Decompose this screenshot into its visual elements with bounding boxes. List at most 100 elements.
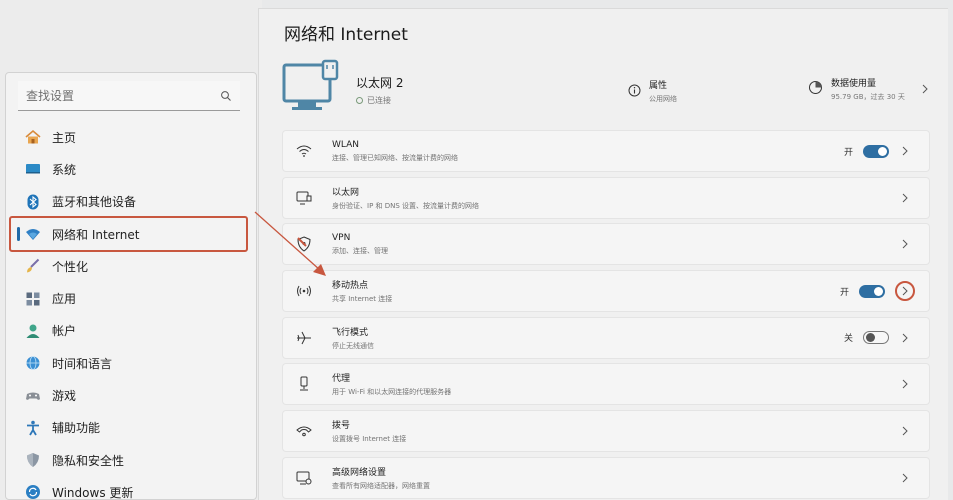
properties-subtitle: 公用网络 — [649, 95, 677, 103]
row-title: 高级网络设置 — [332, 467, 387, 478]
search-placeholder: 查找设置 — [26, 89, 75, 103]
sidebar-item-bluetooth[interactable]: 蓝牙和其他设备 — [6, 186, 256, 218]
dialup-icon — [295, 422, 313, 440]
ethernet-name: 以太网 2 — [356, 76, 404, 90]
chevron-right-icon — [899, 332, 911, 344]
sidebar-item-label: 应用 — [52, 292, 77, 307]
search-input[interactable]: 查找设置 — [18, 81, 240, 111]
brush-icon — [24, 257, 42, 275]
chevron-right-icon — [919, 83, 931, 95]
globe-clock-icon — [24, 354, 42, 372]
bluetooth-icon — [24, 193, 42, 211]
sidebar-item-label: 辅助功能 — [52, 421, 101, 436]
mobile-hotspot-toggle[interactable] — [859, 284, 885, 298]
sidebar-item-system[interactable]: 系统 — [6, 153, 256, 185]
properties-button[interactable]: 属性 公用网络 — [628, 78, 677, 104]
data-usage-icon — [808, 80, 823, 99]
row-subtitle: 添加、连接、管理 — [332, 246, 388, 255]
chevron-right-icon — [899, 378, 911, 390]
sidebar-item-windows-update[interactable]: Windows 更新 — [6, 476, 256, 500]
sidebar-item-privacy[interactable]: 隐私和安全性 — [6, 444, 256, 476]
row-title: 以太网 — [332, 187, 360, 198]
settings-list: WLAN 连接、管理已知网络、按流量计费的网络 开 以太网 身份验证、IP 和 … — [282, 130, 930, 500]
sidebar-item-label: 时间和语言 — [52, 356, 113, 371]
properties-title: 属性 — [649, 81, 668, 91]
sidebar-item-label: 系统 — [52, 162, 77, 177]
row-vpn[interactable]: VPN 添加、连接、管理 — [282, 223, 930, 266]
row-subtitle: 用于 Wi-Fi 和以太网连接的代理服务器 — [332, 388, 452, 397]
ethernet-hero-text: 以太网 2 已连接 — [356, 74, 403, 106]
network-settings-pane: 网络和 Internet 以太网 2 已连接 属性 公用网络 数据使用量 95.… — [262, 8, 942, 500]
chevron-right-icon — [899, 425, 911, 437]
sidebar-item-label: 主页 — [52, 130, 77, 145]
chevron-right-icon — [899, 238, 911, 250]
row-airplane-mode[interactable]: 飞行模式 停止无线通信 关 — [282, 316, 930, 359]
accessibility-icon — [24, 419, 42, 437]
info-icon — [628, 82, 641, 101]
sidebar-item-apps[interactable]: 应用 — [6, 282, 256, 314]
row-advanced-network-settings[interactable]: 高级网络设置 查看所有网络适配器，网络重置 — [282, 456, 930, 499]
row-title: 拨号 — [332, 421, 351, 432]
row-subtitle: 查看所有网络适配器，网络重置 — [332, 481, 430, 490]
sidebar-item-label: 隐私和安全性 — [52, 453, 125, 468]
annotation-highlight-network — [9, 216, 248, 252]
sidebar-item-time-language[interactable]: 时间和语言 — [6, 347, 256, 379]
gamepad-icon — [24, 387, 42, 405]
toggle-state-label: 关 — [843, 334, 853, 345]
row-title: 移动热点 — [332, 281, 369, 292]
home-icon — [24, 128, 42, 146]
row-dial-up[interactable]: 拨号 设置拨号 Internet 连接 — [282, 410, 930, 453]
row-wlan[interactable]: WLAN 连接、管理已知网络、按流量计费的网络 开 — [282, 130, 930, 172]
chevron-right-icon — [899, 472, 911, 484]
sidebar-item-accounts[interactable]: 帐户 — [6, 315, 256, 347]
page-title: 网络和 Internet — [284, 25, 408, 45]
row-title: WLAN — [332, 139, 360, 150]
wlan-toggle[interactable] — [863, 144, 889, 158]
sidebar-item-personalization[interactable]: 个性化 — [6, 250, 256, 282]
row-mobile-hotspot[interactable]: 移动热点 共享 Internet 连接 开 — [282, 270, 930, 313]
sidebar-item-label: 游戏 — [52, 389, 77, 404]
shield-icon — [24, 451, 42, 469]
data-usage-subtitle: 95.79 GB，过去 30 天 — [831, 93, 905, 101]
chevron-right-icon — [899, 145, 911, 157]
sidebar-item-gaming[interactable]: 游戏 — [6, 379, 256, 411]
sidebar-item-label: 个性化 — [52, 259, 89, 274]
airplane-icon — [295, 329, 313, 347]
row-title: 代理 — [332, 374, 351, 385]
update-icon — [24, 483, 42, 500]
row-subtitle: 身份验证、IP 和 DNS 设置、按流量计费的网络 — [332, 201, 480, 210]
row-proxy[interactable]: 代理 用于 Wi-Fi 和以太网连接的代理服务器 — [282, 363, 930, 406]
system-icon — [24, 160, 42, 178]
row-title: 飞行模式 — [332, 327, 369, 338]
sidebar-item-home[interactable]: 主页 — [6, 121, 256, 153]
advanced-network-icon — [295, 469, 313, 487]
ethernet-status-text: 已连接 — [367, 96, 391, 105]
row-subtitle: 连接、管理已知网络、按流量计费的网络 — [332, 153, 458, 162]
sidebar-item-label: 蓝牙和其他设备 — [52, 195, 137, 210]
connected-status-icon — [356, 97, 363, 104]
toggle-state-label: 开 — [843, 147, 853, 158]
ethernet-status: 已连接 — [356, 95, 403, 106]
sidebar-item-accessibility[interactable]: 辅助功能 — [6, 412, 256, 444]
wifi-icon — [295, 142, 313, 160]
chevron-right-icon — [899, 192, 911, 204]
annotation-highlight-chevron[interactable] — [895, 281, 915, 302]
toggle-state-label: 开 — [839, 287, 849, 298]
ethernet-icon — [295, 189, 313, 207]
row-subtitle: 共享 Internet 连接 — [332, 295, 393, 304]
chevron-right-icon — [899, 285, 911, 297]
data-usage-button[interactable]: 数据使用量 95.79 GB，过去 30 天 — [808, 76, 931, 102]
search-icon — [220, 90, 232, 102]
airplane-mode-toggle[interactable] — [863, 331, 889, 345]
proxy-icon — [295, 375, 313, 393]
row-subtitle: 停止无线通信 — [332, 341, 374, 350]
apps-icon — [24, 290, 42, 308]
ethernet-monitor-icon — [282, 59, 344, 121]
sidebar-item-label: 帐户 — [52, 324, 77, 339]
hotspot-icon — [295, 282, 313, 300]
settings-nav-window: 查找设置 主页 系统 蓝牙和其他设备 网络和 Internet 个性化 应用 帐… — [5, 72, 257, 500]
sidebar-item-label: Windows 更新 — [52, 485, 134, 500]
data-usage-title: 数据使用量 — [831, 79, 877, 89]
sidebar-list: 主页 系统 蓝牙和其他设备 网络和 Internet 个性化 应用 帐户 时间和… — [6, 121, 256, 500]
row-ethernet[interactable]: 以太网 身份验证、IP 和 DNS 设置、按流量计费的网络 — [282, 176, 930, 219]
